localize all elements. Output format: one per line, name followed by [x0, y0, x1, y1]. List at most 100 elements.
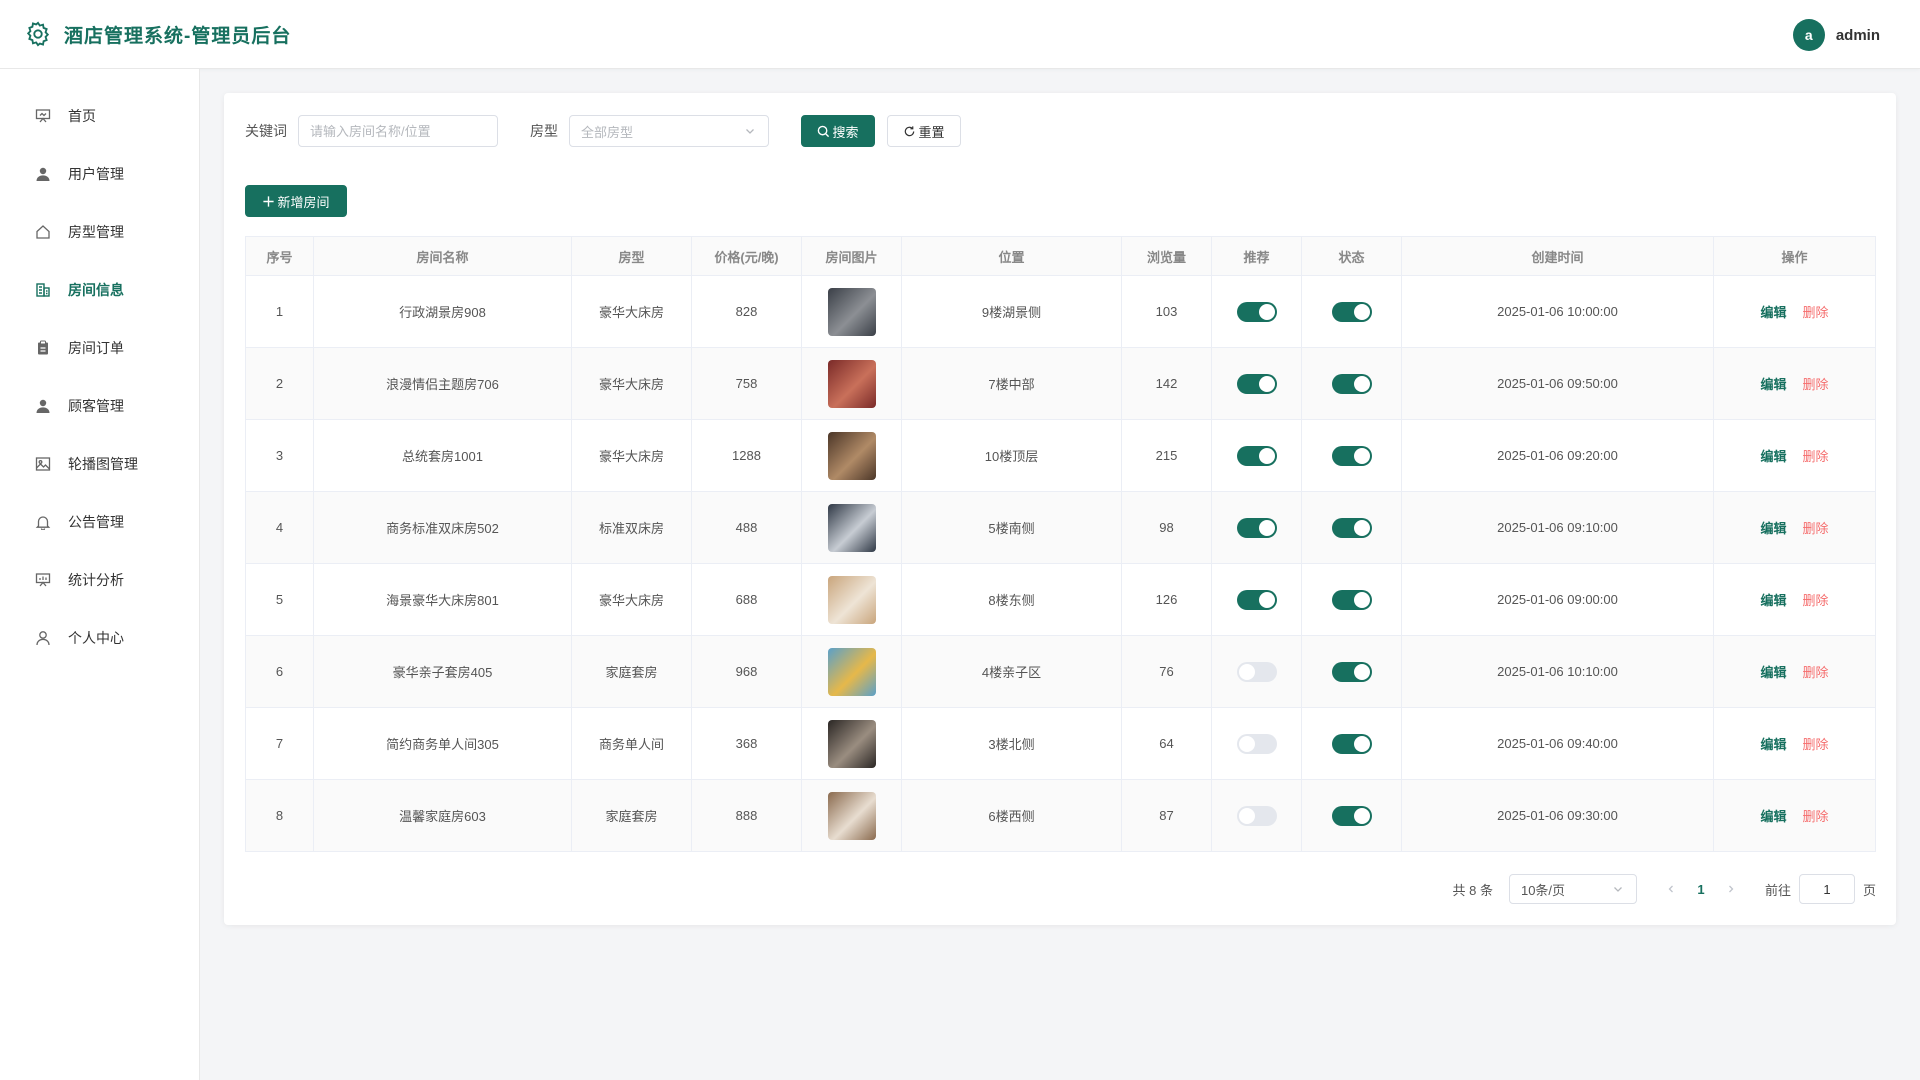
- toggle-knob: [1258, 303, 1275, 320]
- edit-button[interactable]: 编辑: [1760, 593, 1786, 608]
- keyword-input[interactable]: [298, 115, 498, 147]
- recommend-toggle[interactable]: [1236, 301, 1277, 322]
- recommend-toggle[interactable]: [1236, 517, 1277, 538]
- sidebar-item-room-types[interactable]: 房型管理: [0, 212, 199, 252]
- sidebar-item-users[interactable]: 用户管理: [0, 154, 199, 194]
- status-toggle[interactable]: [1331, 661, 1372, 682]
- status-toggle[interactable]: [1331, 373, 1372, 394]
- room-thumbnail[interactable]: [827, 287, 876, 336]
- cell-location: 10楼顶层: [901, 419, 1122, 492]
- edit-button[interactable]: 编辑: [1760, 737, 1786, 752]
- cell-room-type: 豪华大床房: [571, 563, 692, 636]
- status-toggle[interactable]: [1331, 589, 1372, 610]
- status-toggle[interactable]: [1331, 733, 1372, 754]
- cell-status: [1301, 635, 1402, 708]
- cell-recommend: [1211, 491, 1302, 564]
- room-thumbnail[interactable]: [827, 719, 876, 768]
- cell-price: 758: [691, 347, 802, 420]
- user-menu[interactable]: a admin: [1792, 19, 1880, 51]
- sidebar-item-label: 用户管理: [68, 166, 124, 182]
- recommend-toggle[interactable]: [1236, 805, 1277, 826]
- recommend-toggle[interactable]: [1236, 445, 1277, 466]
- goto-page-input[interactable]: [1798, 874, 1855, 904]
- sidebar-item-room-info[interactable]: 房间信息: [0, 270, 199, 310]
- delete-button[interactable]: 删除: [1803, 521, 1829, 536]
- plus-icon: [263, 195, 275, 207]
- sidebar-item-profile[interactable]: 个人中心: [0, 618, 199, 658]
- sidebar: 首页 用户管理 房型管理 房间信息 房间订单 顾客管理 轮播图管理 公告管理 统…: [0, 69, 200, 1080]
- cell-actions: 编辑 删除: [1713, 347, 1876, 420]
- recommend-toggle[interactable]: [1236, 373, 1277, 394]
- cell-price: 688: [691, 563, 802, 636]
- sidebar-item-banners[interactable]: 轮播图管理: [0, 444, 199, 484]
- column-header-price: 价格(元/晚): [691, 236, 802, 276]
- status-toggle[interactable]: [1331, 445, 1372, 466]
- next-page-button[interactable]: [1721, 879, 1741, 899]
- sidebar-item-orders[interactable]: 房间订单: [0, 328, 199, 368]
- sidebar-item-home[interactable]: 首页: [0, 96, 199, 136]
- edit-button[interactable]: 编辑: [1760, 449, 1786, 464]
- prev-page-button[interactable]: [1661, 879, 1681, 899]
- pagination: 共 8 条 10条/页 1 前往 页: [1453, 873, 1876, 905]
- room-thumbnail[interactable]: [827, 647, 876, 696]
- cell-no: 6: [245, 635, 314, 708]
- room-thumbnail[interactable]: [827, 575, 876, 624]
- delete-button[interactable]: 删除: [1803, 665, 1829, 680]
- recommend-toggle[interactable]: [1236, 661, 1277, 682]
- cell-image: [801, 779, 902, 852]
- edit-button[interactable]: 编辑: [1760, 809, 1786, 824]
- bell-icon: [34, 513, 52, 531]
- recommend-toggle[interactable]: [1236, 589, 1277, 610]
- room-thumbnail[interactable]: [827, 503, 876, 552]
- room-table: 序号 房间名称 房型 价格(元/晚) 房间图片 位置 浏览量 推荐 状态 创建时…: [245, 236, 1876, 852]
- sidebar-item-label: 轮播图管理: [68, 456, 138, 472]
- cell-price: 968: [691, 635, 802, 708]
- status-toggle[interactable]: [1331, 301, 1372, 322]
- status-toggle[interactable]: [1331, 517, 1372, 538]
- delete-button[interactable]: 删除: [1803, 305, 1829, 320]
- room-type-select[interactable]: 全部房型: [569, 115, 769, 147]
- page-size-select[interactable]: 10条/页: [1508, 874, 1637, 904]
- cell-created-time: 2025-01-06 09:10:00: [1401, 491, 1714, 564]
- delete-button[interactable]: 删除: [1803, 809, 1829, 824]
- room-thumbnail[interactable]: [827, 359, 876, 408]
- toggle-knob: [1238, 735, 1255, 752]
- cell-price: 888: [691, 779, 802, 852]
- cell-image: [801, 419, 902, 492]
- delete-button[interactable]: 删除: [1803, 449, 1829, 464]
- cell-actions: 编辑 删除: [1713, 275, 1876, 348]
- cell-price: 828: [691, 275, 802, 348]
- sidebar-item-notices[interactable]: 公告管理: [0, 502, 199, 542]
- house-icon: [34, 223, 52, 241]
- edit-button[interactable]: 编辑: [1760, 377, 1786, 392]
- sidebar-item-customers[interactable]: 顾客管理: [0, 386, 199, 426]
- cell-recommend: [1211, 707, 1302, 780]
- delete-button[interactable]: 删除: [1803, 593, 1829, 608]
- reset-button[interactable]: 重置: [887, 115, 961, 147]
- sidebar-item-label: 房间信息: [68, 282, 124, 298]
- add-room-button[interactable]: 新增房间: [245, 185, 347, 217]
- room-thumbnail[interactable]: [827, 791, 876, 840]
- room-type-placeholder: 全部房型: [581, 124, 634, 140]
- delete-button[interactable]: 删除: [1803, 377, 1829, 392]
- edit-button[interactable]: 编辑: [1760, 521, 1786, 536]
- search-button[interactable]: 搜索: [801, 115, 875, 147]
- cell-room-name: 行政湖景房908: [313, 275, 572, 348]
- presentation-icon: [34, 107, 52, 125]
- edit-button[interactable]: 编辑: [1760, 665, 1786, 680]
- table-row: 5 海景豪华大床房801 豪华大床房 688 8楼东侧 126 2025-01-06 09:…: [245, 563, 1876, 636]
- cell-recommend: [1211, 419, 1302, 492]
- chevron-down-icon: [1614, 887, 1622, 892]
- edit-button[interactable]: 编辑: [1760, 305, 1786, 320]
- delete-button[interactable]: 删除: [1803, 737, 1829, 752]
- room-thumbnail[interactable]: [827, 431, 876, 480]
- page-number-1[interactable]: 1: [1689, 882, 1713, 897]
- recommend-toggle[interactable]: [1236, 733, 1277, 754]
- toggle-knob: [1258, 375, 1275, 392]
- cell-recommend: [1211, 275, 1302, 348]
- sidebar-item-statistics[interactable]: 统计分析: [0, 560, 199, 600]
- user-name[interactable]: admin: [1836, 27, 1880, 44]
- table-row: 1 行政湖景房908 豪华大床房 828 9楼湖景侧 103 2025-01-06 10:0…: [245, 275, 1876, 348]
- status-toggle[interactable]: [1331, 805, 1372, 826]
- avatar[interactable]: a: [1792, 19, 1825, 51]
